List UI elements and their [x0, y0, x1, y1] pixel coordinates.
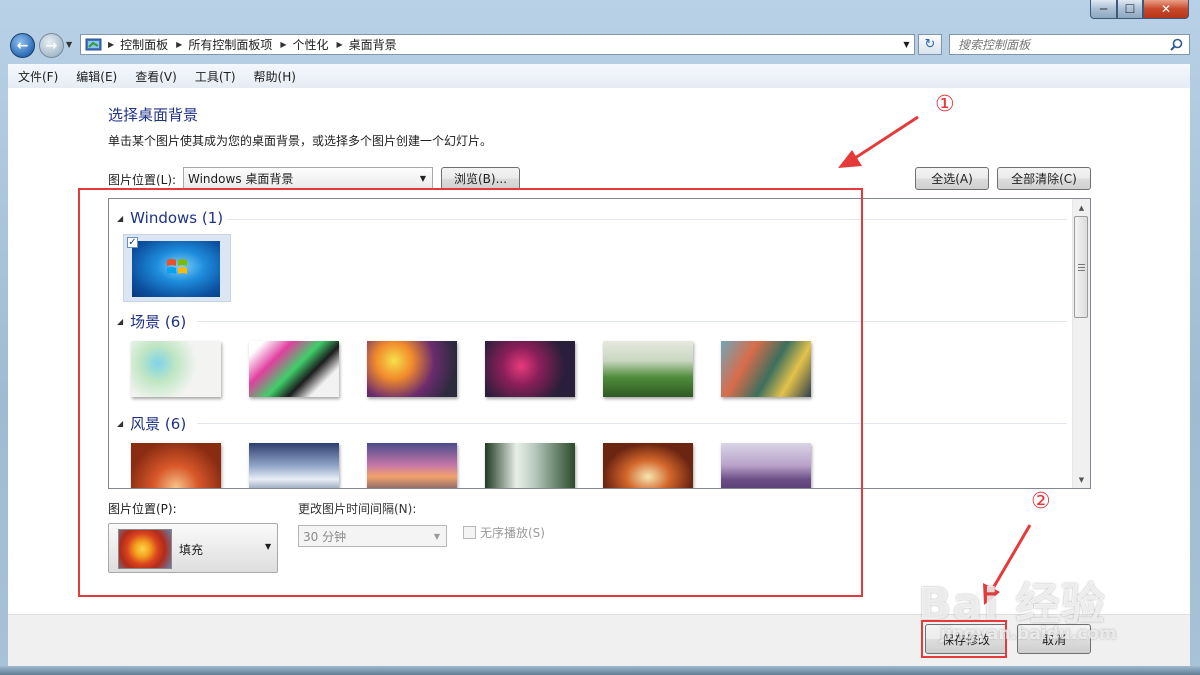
arrowhead-1-icon	[838, 150, 862, 168]
baidu-watermark-url: jingyan.baidu.com	[940, 624, 1117, 644]
annotation-marker-1: ①	[935, 92, 955, 117]
baidu-watermark-logo: Bai 经验	[918, 579, 1106, 630]
arrow-1	[851, 115, 919, 162]
annotation-marker-2: ②	[1031, 489, 1051, 514]
